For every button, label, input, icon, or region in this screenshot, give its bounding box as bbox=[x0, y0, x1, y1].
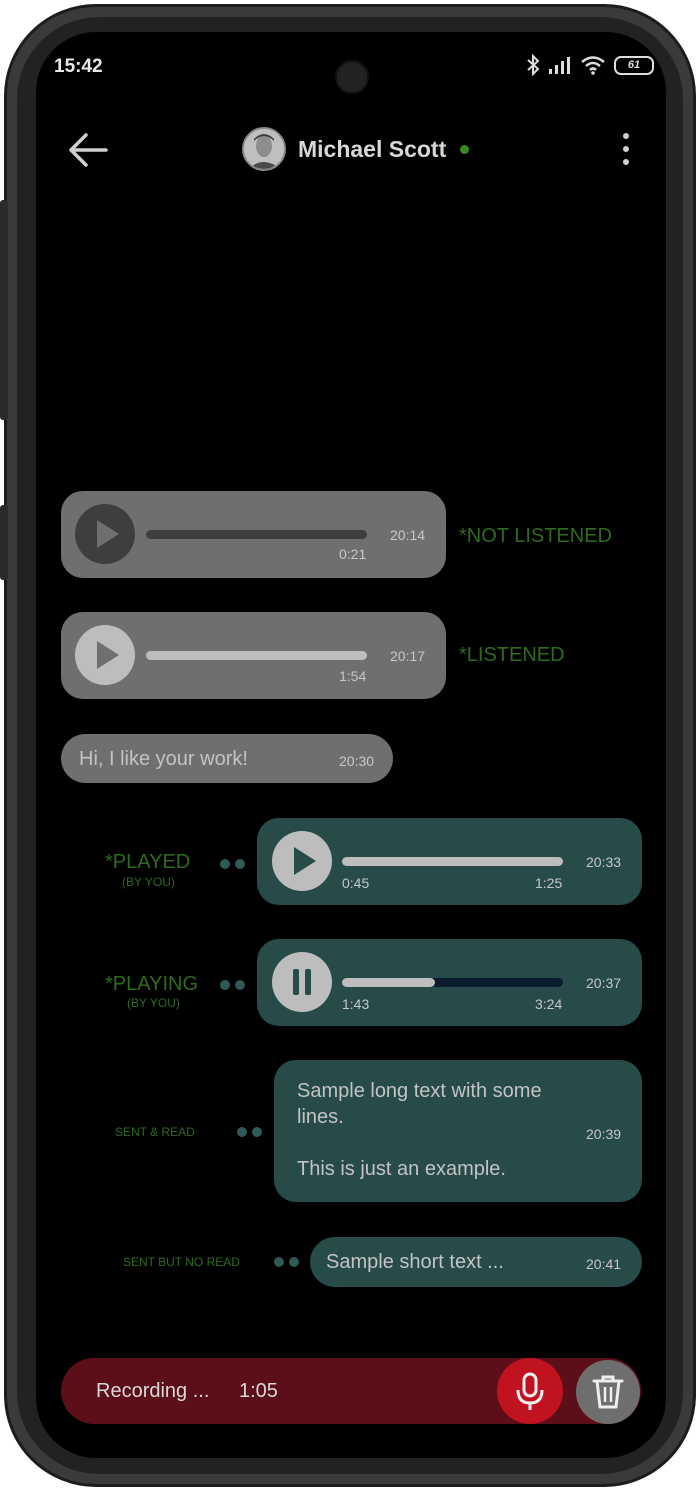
audio-progress-fill bbox=[342, 978, 435, 987]
voice-message-incoming: 20:17 1:54 bbox=[61, 612, 446, 699]
recording-label: Recording ... bbox=[96, 1380, 210, 1402]
wifi-icon bbox=[581, 56, 605, 75]
play-button[interactable] bbox=[272, 831, 332, 891]
audio-progress-track[interactable] bbox=[342, 978, 563, 987]
message-status-dots bbox=[237, 1127, 262, 1137]
more-options-button[interactable] bbox=[616, 130, 636, 170]
status-sublabel: (BY YOU) bbox=[122, 875, 175, 889]
audio-duration: 1:25 bbox=[535, 875, 563, 891]
voice-message-outgoing: 20:33 0:45 1:25 bbox=[257, 818, 642, 905]
message-time: 20:30 bbox=[339, 753, 375, 769]
front-camera bbox=[335, 60, 369, 94]
pause-button[interactable] bbox=[272, 952, 332, 1012]
audio-duration: 3:24 bbox=[535, 996, 563, 1012]
status-time: 15:42 bbox=[54, 56, 103, 77]
online-status-dot bbox=[460, 144, 470, 154]
audio-duration: 1:54 bbox=[339, 668, 367, 684]
audio-duration: 0:21 bbox=[339, 546, 367, 562]
audio-progress-track[interactable] bbox=[146, 530, 367, 539]
status-icons: 61 bbox=[526, 54, 654, 76]
status-label: *NOT LISTENED bbox=[459, 525, 612, 547]
contact-header[interactable]: Michael Scott bbox=[242, 127, 470, 171]
audio-position: 1:43 bbox=[342, 996, 370, 1012]
voice-message-incoming: 20:14 0:21 bbox=[61, 491, 446, 578]
message-time: 20:37 bbox=[586, 975, 622, 991]
text-message-outgoing: Sample short text ... 20:41 bbox=[310, 1237, 642, 1287]
status-label: *PLAYED bbox=[105, 851, 191, 873]
trash-icon bbox=[592, 1375, 624, 1409]
audio-position: 0:45 bbox=[342, 875, 370, 891]
message-status-dots bbox=[220, 980, 245, 990]
phone-side-button bbox=[0, 505, 8, 580]
message-text-line: Sample long text with some bbox=[297, 1080, 542, 1102]
play-button[interactable] bbox=[75, 504, 135, 564]
bluetooth-icon bbox=[527, 54, 540, 76]
delete-recording-button[interactable] bbox=[576, 1360, 640, 1424]
text-message-incoming: Hi, I like your work! 20:30 bbox=[61, 734, 393, 783]
audio-progress-track[interactable] bbox=[146, 651, 367, 660]
message-text: Hi, I like your work! bbox=[79, 748, 248, 770]
phone-side-button bbox=[0, 200, 8, 420]
text-message-outgoing: Sample long text with some lines. This i… bbox=[274, 1060, 642, 1202]
status-label: SENT BUT NO READ bbox=[123, 1255, 240, 1269]
message-time: 20:39 bbox=[586, 1126, 622, 1142]
message-time: 20:41 bbox=[586, 1256, 622, 1272]
recording-timer: 1:05 bbox=[239, 1380, 278, 1402]
play-icon bbox=[97, 520, 119, 548]
mic-button[interactable] bbox=[497, 1358, 563, 1424]
arrow-left-icon bbox=[69, 133, 108, 167]
avatar bbox=[242, 127, 286, 171]
phone-screen: 15:42 61 Michael Scott 20:14 0:21 *NOT L… bbox=[36, 32, 666, 1458]
pause-icon bbox=[293, 969, 311, 995]
microphone-icon bbox=[516, 1372, 544, 1410]
status-label: *PLAYING bbox=[105, 973, 198, 995]
audio-progress-track[interactable] bbox=[342, 857, 563, 866]
message-time: 20:33 bbox=[586, 854, 622, 870]
status-label: SENT & READ bbox=[115, 1125, 195, 1139]
signal-icon bbox=[549, 57, 570, 74]
play-icon bbox=[97, 641, 119, 669]
message-text-line: This is just an example. bbox=[297, 1158, 506, 1180]
message-status-dots bbox=[274, 1257, 299, 1267]
status-label: *LISTENED bbox=[459, 644, 565, 666]
message-text-line: lines. bbox=[297, 1106, 344, 1128]
contact-name: Michael Scott bbox=[298, 135, 447, 162]
status-sublabel: (BY YOU) bbox=[127, 996, 180, 1010]
message-text: Sample short text ... bbox=[326, 1251, 504, 1273]
message-time: 20:17 bbox=[390, 648, 426, 664]
message-status-dots bbox=[220, 859, 245, 869]
play-button[interactable] bbox=[75, 625, 135, 685]
voice-message-outgoing: 20:37 1:43 3:24 bbox=[257, 939, 642, 1026]
play-icon bbox=[294, 847, 316, 875]
message-time: 20:14 bbox=[390, 527, 426, 543]
more-vertical-icon bbox=[623, 133, 629, 165]
battery-indicator: 61 bbox=[614, 55, 654, 75]
back-button[interactable] bbox=[66, 130, 110, 170]
